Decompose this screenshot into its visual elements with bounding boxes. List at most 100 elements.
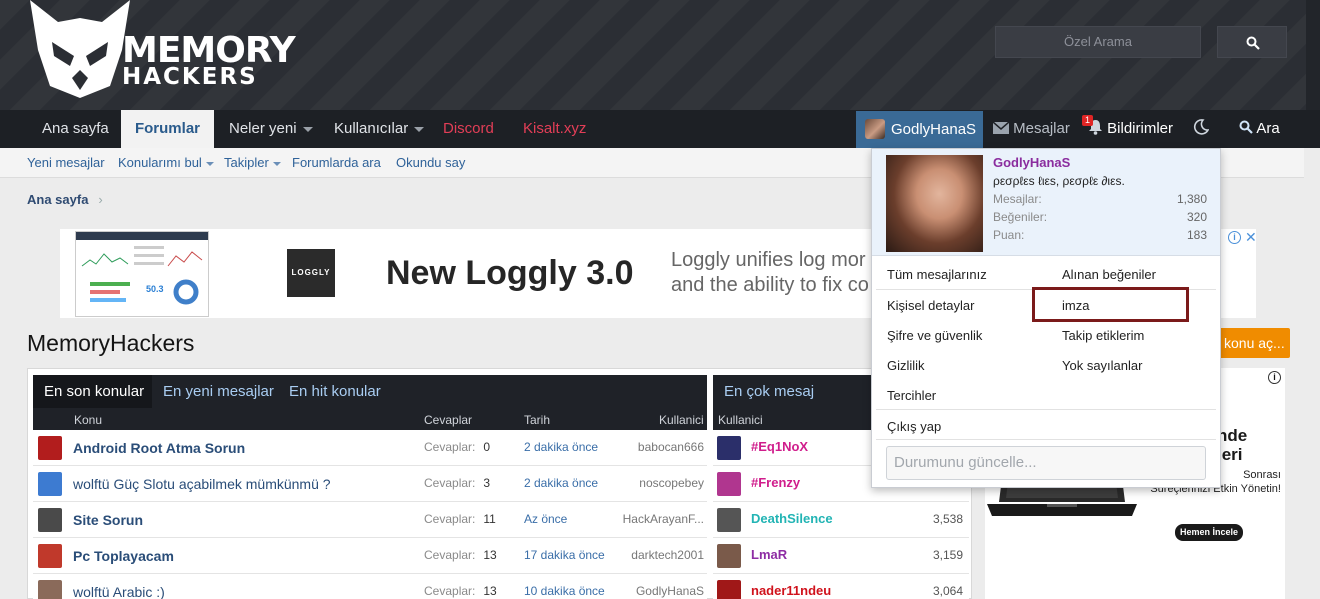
- topic-row[interactable]: wolftü Güç Slotu açabilmek mümkünmü ? Cev…: [33, 466, 707, 502]
- topic-row[interactable]: Pc Toplayacam Cevaplar: 13 17 dakika önce da…: [33, 538, 707, 574]
- topic-replies: Cevaplar: 0: [424, 440, 490, 454]
- nav-members[interactable]: Kullanıcılar: [334, 110, 425, 148]
- breadcrumb-home[interactable]: Ana sayfa: [27, 192, 88, 207]
- side-ad-button[interactable]: Hemen İncele: [1175, 524, 1243, 541]
- link-your-content[interactable]: Tüm mesajlarınız: [887, 267, 987, 282]
- topic-date[interactable]: Az önce: [524, 512, 567, 526]
- nav-messages[interactable]: Mesajlar: [992, 110, 1070, 148]
- topic-title[interactable]: wolftü Arabic :): [73, 584, 165, 599]
- replies-count: 13: [483, 584, 497, 598]
- avatar[interactable]: [38, 580, 62, 599]
- topic-title[interactable]: wolftü Güç Slotu açabilmek mümkünmü ?: [73, 476, 331, 492]
- ad-info-icon[interactable]: i: [1228, 231, 1241, 244]
- topic-row[interactable]: Android Root Atma Sorun Cevaplar: 0 2 dakik…: [33, 430, 707, 466]
- avatar[interactable]: [38, 472, 62, 496]
- link-ignoring[interactable]: Yok sayılanlar: [1062, 358, 1142, 373]
- theme-toggle[interactable]: [1193, 110, 1210, 148]
- poster-name[interactable]: nader11ndeu: [751, 583, 831, 598]
- topic-user[interactable]: GodlyHanaS: [573, 584, 704, 598]
- chevron-down-icon[interactable]: [272, 161, 281, 166]
- topic-row[interactable]: wolftü Arabic :) Cevaplar: 13 10 dakika önc…: [33, 574, 707, 599]
- replies-label: Cevaplar:: [424, 584, 476, 598]
- link-password-security[interactable]: Şifre ve güvenlik: [887, 328, 982, 343]
- link-likes-received[interactable]: Alınan beğeniler: [1062, 267, 1156, 282]
- subnav-watched[interactable]: Takipler: [224, 155, 281, 170]
- replies-count: 13: [483, 548, 497, 562]
- link-following[interactable]: Takip etiklerim: [1062, 328, 1144, 343]
- link-privacy[interactable]: Gizlilik: [887, 358, 925, 373]
- ad-brand-logo: LOGGLY: [287, 249, 335, 297]
- side-ad-headline: nde leri: [1217, 426, 1247, 464]
- chevron-down-icon[interactable]: [302, 126, 313, 132]
- ad-close-icon[interactable]: ✕: [1245, 229, 1257, 246]
- site-header: MEMORY HACKERS Özel Arama: [0, 0, 1320, 110]
- poster-row[interactable]: nader11ndeu 3,064: [713, 574, 969, 599]
- avatar[interactable]: [717, 472, 741, 496]
- avatar[interactable]: [717, 544, 741, 568]
- avatar[interactable]: [886, 155, 983, 252]
- nav-discord[interactable]: Discord: [443, 110, 494, 148]
- subnav-find-threads[interactable]: Konularımı bul: [118, 155, 214, 170]
- link-logout[interactable]: Çıkış yap: [887, 419, 941, 434]
- subnav-search-forums[interactable]: Forumlarda ara: [292, 155, 381, 170]
- topic-user[interactable]: babocan666: [573, 440, 704, 454]
- poster-name[interactable]: #Frenzy: [751, 475, 800, 490]
- topic-user[interactable]: darktech2001: [573, 548, 704, 562]
- chevron-right-icon: ›: [98, 192, 103, 207]
- stat-likes: Beğeniler: 320: [993, 210, 1207, 224]
- tab-most-messages[interactable]: En çok mesaj: [713, 375, 838, 408]
- avatar[interactable]: [717, 580, 741, 599]
- tab-hot-threads[interactable]: En hit konular: [289, 375, 381, 408]
- topic-row[interactable]: Site Sorun Cevaplar: 11 Az önce HackArayanF.…: [33, 502, 707, 538]
- avatar[interactable]: [717, 508, 741, 532]
- col-topic: Konu: [74, 413, 103, 427]
- stat-likes-label: Beğeniler:: [993, 210, 1048, 224]
- topic-title[interactable]: Pc Toplayacam: [73, 548, 174, 564]
- search-icon: [1246, 36, 1260, 50]
- breadcrumb[interactable]: Ana sayfa ›: [27, 192, 103, 207]
- nav-search-label: Ara: [1256, 120, 1280, 137]
- site-logo[interactable]: MEMORY HACKERS: [30, 0, 296, 105]
- avatar[interactable]: [717, 436, 741, 460]
- replies-label: Cevaplar:: [424, 440, 476, 454]
- subnav-mark-read[interactable]: Okundu say: [396, 155, 465, 170]
- dropdown-username[interactable]: GodlyHanaS: [993, 155, 1070, 170]
- nav-alerts[interactable]: 1 Bildirimler: [1082, 110, 1173, 148]
- poster-row[interactable]: DeathSilence 3,538: [713, 502, 969, 538]
- tab-latest-posts[interactable]: En yeni mesajlar: [163, 375, 274, 408]
- avatar[interactable]: [38, 436, 62, 460]
- custom-search-button[interactable]: [1217, 26, 1287, 58]
- link-preferences[interactable]: Tercihler: [887, 388, 936, 403]
- poster-name[interactable]: DeathSilence: [751, 511, 833, 526]
- custom-search-input[interactable]: Özel Arama: [995, 26, 1201, 58]
- avatar[interactable]: [38, 508, 62, 532]
- new-topic-button[interactable]: konu aç...: [1210, 328, 1290, 358]
- chevron-down-icon[interactable]: [414, 126, 425, 132]
- topic-title[interactable]: Site Sorun: [73, 512, 143, 528]
- link-account-details[interactable]: Kişisel detaylar: [887, 298, 974, 313]
- ad-info-icon[interactable]: i: [1268, 371, 1281, 384]
- nav-forums[interactable]: Forumlar: [121, 110, 214, 148]
- ad-dashboard-image: 50.3: [75, 231, 209, 317]
- divider: [876, 439, 1216, 440]
- nav-home[interactable]: Ana sayfa: [42, 110, 109, 148]
- nav-messages-label: Mesajlar: [1013, 120, 1070, 137]
- nav-whats-new[interactable]: Neler yeni: [229, 110, 313, 148]
- ad-headline: New Loggly 3.0: [386, 254, 634, 292]
- topic-user[interactable]: noscopebey: [573, 476, 704, 490]
- nav-user-account[interactable]: GodlyHanaS: [856, 111, 983, 148]
- logo-mask-icon: [30, 0, 130, 98]
- poster-row[interactable]: LmaR 3,159: [713, 538, 969, 574]
- status-update-input[interactable]: Durumunu güncelle...: [886, 446, 1206, 480]
- nav-whats-new-label: Neler yeni: [229, 120, 297, 137]
- avatar[interactable]: [38, 544, 62, 568]
- poster-name[interactable]: LmaR: [751, 547, 787, 562]
- tab-latest-threads[interactable]: En son konular: [33, 375, 152, 408]
- nav-kisalt[interactable]: Kisalt.xyz: [523, 110, 586, 148]
- subnav-new-posts[interactable]: Yeni mesajlar: [27, 155, 105, 170]
- chevron-down-icon[interactable]: [205, 161, 214, 166]
- nav-search[interactable]: Ara: [1239, 110, 1280, 148]
- poster-name[interactable]: #Eq1NoX: [751, 439, 808, 454]
- topic-user[interactable]: HackArayanF...: [573, 512, 704, 526]
- topic-title[interactable]: Android Root Atma Sorun: [73, 440, 245, 456]
